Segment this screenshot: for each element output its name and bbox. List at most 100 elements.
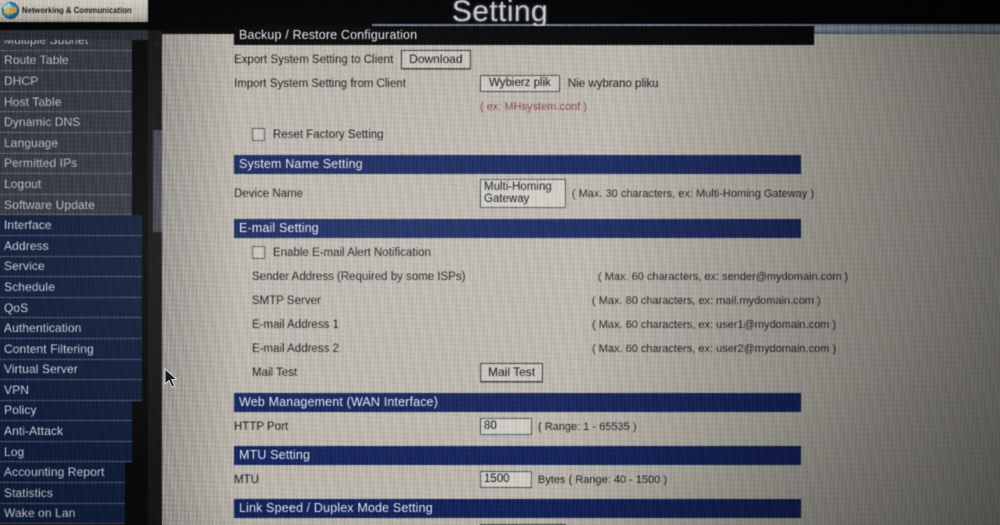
sidebar-item-label: Dynamic DNS	[4, 115, 81, 130]
sidebar-item-label: QoS	[4, 300, 29, 315]
smtp-server-label: SMTP Server	[252, 294, 321, 307]
sidebar-item-label: DHCP	[4, 73, 39, 88]
sidebar-item-label: Schedule	[4, 279, 55, 294]
sidebar-item-label: Service	[4, 259, 45, 274]
sidebar-item-virtual-server[interactable]: Virtual Server	[0, 359, 142, 381]
sidebar-item-interface[interactable]: Interface	[0, 215, 142, 236]
sidebar-item-label: Software Update	[4, 197, 95, 212]
device-name-input[interactable]: Multi-Homing Gateway	[480, 179, 566, 208]
choose-file-button[interactable]: Wybierz plik	[480, 75, 560, 92]
row-smtp-server: SMTP Server ( Max. 80 characters, ex: ma…	[234, 291, 821, 310]
sidebar-item-label: Route Table	[4, 53, 69, 68]
sidebar-item-label: Statistics	[4, 485, 54, 500]
sidebar-item-label: Authentication	[4, 321, 82, 336]
email-address-1-label: E-mail Address 1	[252, 318, 339, 331]
sidebar-item-language[interactable]: Language	[0, 132, 132, 154]
section-header-email: E-mail Setting	[234, 219, 801, 238]
sidebar-item-vpn[interactable]: VPN	[0, 380, 142, 401]
enable-email-alert-label: Enable E-mail Alert Notification	[273, 246, 431, 259]
email-address-2-label: E-mail Address 2	[252, 342, 339, 355]
sidebar-item-label: Wake on Lan	[4, 506, 76, 521]
http-port-input[interactable]: 80	[480, 418, 532, 435]
no-file-selected-text: Nie wybrano pliku	[567, 77, 659, 90]
triangle-up-icon[interactable]	[152, 40, 162, 46]
sidebar-item-software-update[interactable]: Software Update	[0, 194, 132, 216]
sidebar-item-route-table[interactable]: Route Table	[0, 50, 132, 72]
row-enable-email-alert: Enable E-mail Alert Notification	[234, 243, 814, 262]
sender-address-hint: ( Max. 60 characters, ex: sender@mydomai…	[598, 270, 849, 283]
settings-form: Backup / Restore Configuration Export Sy…	[234, 26, 848, 525]
sidebar-item-dynamic-dns[interactable]: Dynamic DNS	[0, 112, 132, 133]
row-file-hint: ( ex: MHsystem.conf )	[234, 97, 814, 116]
smtp-server-hint: ( Max. 80 characters, ex: mail.mydomain.…	[592, 294, 821, 307]
sidebar: Multiple SubnetRoute TableDHCPHost Table…	[0, 30, 148, 525]
sidebar-item-label: Logout	[4, 176, 42, 191]
sidebar-scrollbar[interactable]	[148, 30, 162, 525]
reset-factory-checkbox[interactable]	[252, 128, 265, 141]
export-label: Export System Setting to Client	[234, 53, 394, 66]
sidebar-item-accounting-report[interactable]: Accounting Report	[0, 462, 125, 484]
sidebar-top-filler	[0, 30, 148, 40]
mouse-pointer-icon	[164, 368, 178, 388]
sidebar-item-label: Permitted IPs	[4, 156, 78, 171]
row-email-address-2: E-mail Address 2 ( Max. 60 characters, e…	[234, 339, 836, 358]
enable-email-alert-checkbox[interactable]	[252, 246, 265, 259]
sidebar-item-statistics[interactable]: Statistics	[0, 483, 125, 504]
device-name-hint: ( Max. 30 characters, ex: Multi-Homing G…	[571, 187, 814, 200]
sidebar-item-label: Log	[4, 444, 25, 459]
sidebar-item-label: Host Table	[4, 94, 62, 109]
sidebar-group-modules: Interface Address Service Schedule QoS Authen…	[0, 215, 148, 525]
device-name-label: Device Name	[234, 187, 304, 200]
sidebar-item-service[interactable]: Service	[0, 256, 142, 278]
sidebar-item-label: Policy	[4, 403, 37, 418]
sidebar-item-label: Language	[4, 135, 59, 150]
sidebar-item-label: Interface	[4, 218, 52, 233]
sidebar-item-wake-on-lan[interactable]: Wake on Lan	[0, 503, 125, 525]
sidebar-item-dhcp[interactable]: DHCP	[0, 71, 132, 92]
sidebar-item-label: Virtual Server	[4, 362, 78, 377]
sidebar-item-host-table[interactable]: Host Table	[0, 91, 132, 113]
import-label: Import System Setting from Client	[234, 77, 406, 90]
sidebar-item-label: Accounting Report	[4, 465, 105, 480]
sidebar-item-label: Address	[4, 238, 49, 253]
sidebar-item-anti-attack[interactable]: Anti-Attack	[0, 421, 132, 442]
section-header-web-management: Web Management (WAN Interface)	[234, 393, 801, 412]
section-header-link-speed: Link Speed / Duplex Mode Setting	[234, 499, 801, 518]
sidebar-item-policy[interactable]: Policy	[0, 400, 132, 422]
sender-address-label: Sender Address (Required by some ISPs)	[252, 270, 466, 283]
section-header-mtu: MTU Setting	[234, 446, 801, 465]
row-email-address-1: E-mail Address 1 ( Max. 60 characters, e…	[234, 315, 836, 334]
http-port-label: HTTP Port	[234, 420, 289, 433]
row-mail-test: Mail Test Mail Test	[234, 363, 814, 382]
sidebar-item-authentication[interactable]: Authentication	[0, 318, 142, 339]
mtu-input[interactable]: 1500	[480, 471, 532, 488]
sidebar-item-label: VPN	[4, 382, 29, 397]
row-import-system-setting: Import System Setting from Client Wybier…	[234, 74, 814, 93]
row-reset-factory: Reset Factory Setting	[234, 125, 814, 144]
mtu-hint: Bytes ( Range: 40 - 1500 )	[538, 473, 668, 486]
file-format-hint: ( ex: MHsystem.conf )	[480, 100, 587, 113]
mtu-label: MTU	[234, 473, 259, 486]
sidebar-item-permitted-ips[interactable]: Permitted IPs	[0, 153, 132, 175]
sidebar-group-system: Multiple SubnetRoute TableDHCPHost Table…	[0, 30, 148, 216]
sidebar-item-label: Anti-Attack	[4, 424, 64, 439]
sidebar-item-address[interactable]: Address	[0, 235, 142, 257]
email-address-2-hint: ( Max. 60 characters, ex: user2@mydomain…	[592, 342, 837, 355]
email-address-1-hint: ( Max. 60 characters, ex: user1@mydomain…	[592, 318, 837, 331]
row-http-port: HTTP Port 80 ( Range: 1 - 65535 )	[234, 417, 814, 436]
mail-test-button[interactable]: Mail Test	[480, 363, 544, 382]
row-export-system-setting: Export System Setting to Client Download	[234, 50, 814, 69]
download-button[interactable]: Download	[401, 50, 471, 69]
reset-factory-label: Reset Factory Setting	[273, 128, 384, 141]
sidebar-item-log[interactable]: Log	[0, 441, 132, 463]
sidebar-item-label: Content Filtering	[4, 341, 94, 356]
sidebar-item-logout[interactable]: Logout	[0, 174, 132, 195]
row-device-name: Device Name Multi-Homing Gateway ( Max. …	[234, 179, 814, 208]
scrollbar-thumb[interactable]	[153, 130, 162, 232]
sidebar-item-qos[interactable]: QoS	[0, 297, 142, 319]
row-mtu: MTU 1500 Bytes ( Range: 40 - 1500 )	[234, 470, 814, 489]
row-sender-address: Sender Address (Required by some ISPs) (…	[234, 267, 848, 286]
sidebar-item-content-filtering[interactable]: Content Filtering	[0, 338, 142, 360]
http-port-hint: ( Range: 1 - 65535 )	[538, 420, 637, 433]
sidebar-item-schedule[interactable]: Schedule	[0, 277, 142, 298]
